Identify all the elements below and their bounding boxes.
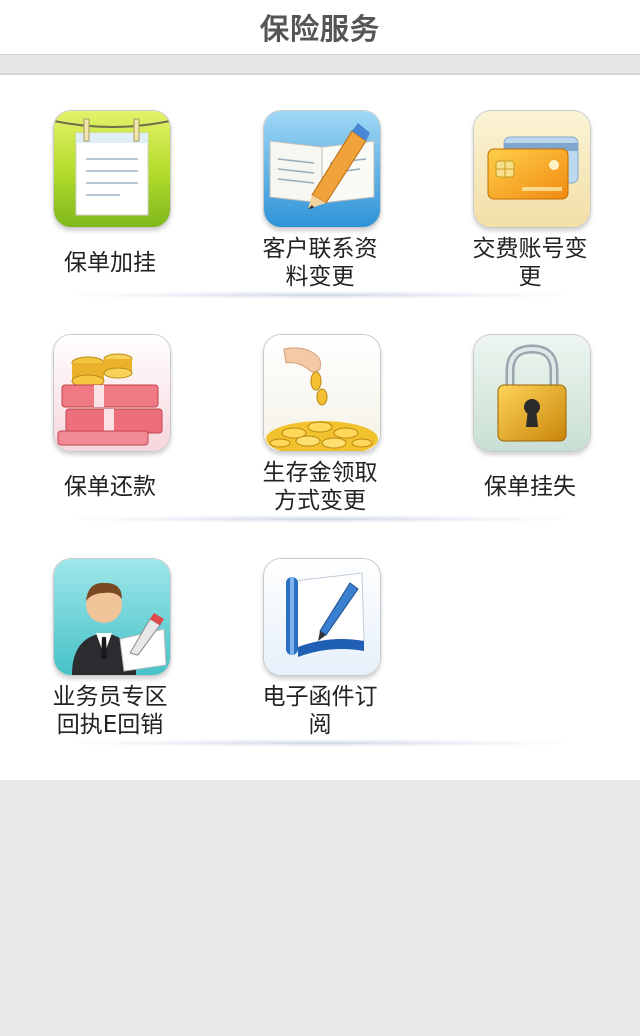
- row-divider: [70, 739, 570, 747]
- label-line: 料变更: [285, 264, 355, 290]
- notepad-icon: [53, 110, 171, 228]
- row-divider: [70, 291, 570, 299]
- label-line: 阅: [308, 712, 332, 738]
- document-pen-icon: [263, 558, 381, 676]
- service-survival-benefit-change[interactable]: 生存金领取 方式变更: [215, 299, 425, 523]
- services-row: 业务员专区 回执E回销 电子函件订 阅: [0, 523, 640, 747]
- label-line: 客户联系资: [262, 236, 378, 262]
- app-header: 保险服务: [0, 0, 640, 55]
- label-line: 保单还款: [64, 474, 156, 500]
- label-line: 交费账号变: [472, 236, 588, 262]
- service-label: 交费账号变 更: [425, 235, 635, 291]
- service-contact-info-change[interactable]: 客户联系资 料变更: [215, 75, 425, 299]
- service-e-letter-subscription[interactable]: 电子函件订 阅: [215, 523, 425, 747]
- label-line: 电子函件订: [262, 684, 378, 710]
- services-row: 保单还款 生存金领取 方式变更 保单挂失: [0, 299, 640, 523]
- money-coins-icon: [53, 334, 171, 452]
- label-line: 业务员专区: [52, 684, 168, 710]
- label-line: 回执E回销: [56, 712, 164, 738]
- service-label: 保单加挂: [5, 249, 215, 277]
- services-grid: 保单加挂 客户联系资 料变更 交费账号变 更 保单还款 生存金领取 方式变更 保…: [0, 75, 640, 780]
- services-row: 保单加挂 客户联系资 料变更 交费账号变 更: [0, 75, 640, 299]
- label-line: 保单挂失: [484, 474, 576, 500]
- page-title: 保险服务: [259, 12, 380, 46]
- service-label: 业务员专区 回执E回销: [5, 683, 215, 739]
- service-agent-zone[interactable]: 业务员专区 回执E回销: [5, 523, 215, 747]
- service-label: 电子函件订 阅: [215, 683, 425, 739]
- bank-card-icon: [473, 110, 591, 228]
- header-separator: [0, 55, 640, 75]
- service-policy-loss-report[interactable]: 保单挂失: [425, 299, 635, 523]
- label-line: 更: [518, 264, 542, 290]
- service-label: 保单还款: [5, 473, 215, 501]
- row-divider: [70, 515, 570, 523]
- gold-coins-hand-icon: [263, 334, 381, 452]
- label-line: 生存金领取: [262, 460, 378, 486]
- label-line: 保单加挂: [64, 250, 156, 276]
- padlock-icon: [473, 334, 591, 452]
- service-label: 生存金领取 方式变更: [215, 459, 425, 515]
- agent-avatar-icon: [53, 558, 171, 676]
- service-label: 客户联系资 料变更: [215, 235, 425, 291]
- notebook-pencil-icon: [263, 110, 381, 228]
- service-payment-account-change[interactable]: 交费账号变 更: [425, 75, 635, 299]
- service-policy-repayment[interactable]: 保单还款: [5, 299, 215, 523]
- service-label: 保单挂失: [425, 473, 635, 501]
- service-policy-attach[interactable]: 保单加挂: [5, 75, 215, 299]
- label-line: 方式变更: [274, 488, 366, 514]
